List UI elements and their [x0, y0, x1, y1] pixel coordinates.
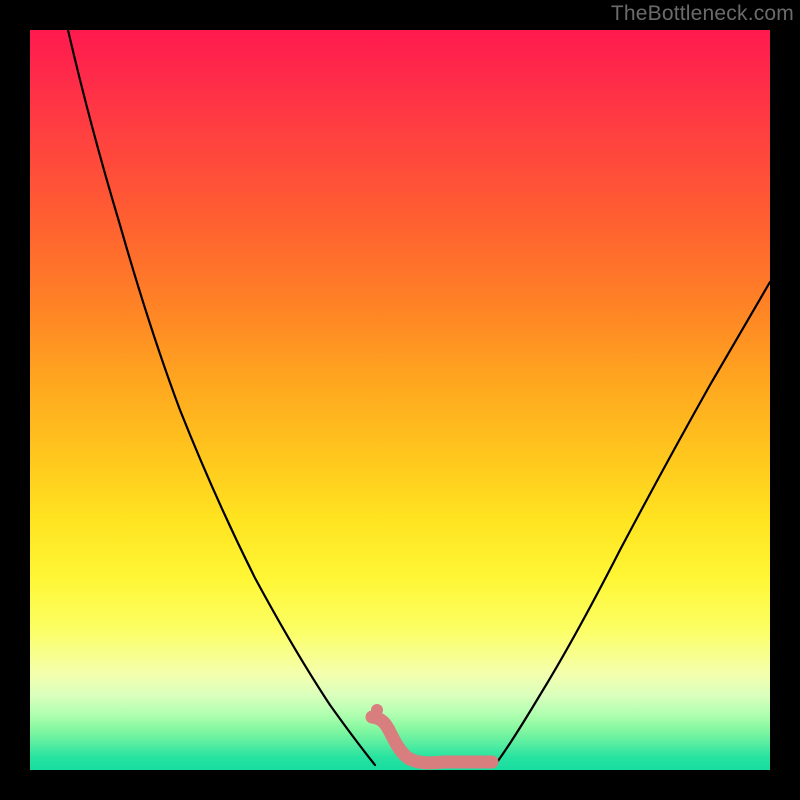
right-curve [495, 282, 770, 765]
floor-dot [371, 704, 383, 716]
chart-frame: TheBottleneck.com [0, 0, 800, 800]
left-curve [68, 30, 375, 765]
chart-plot-area [30, 30, 770, 770]
chart-curves [30, 30, 770, 770]
watermark-text: TheBottleneck.com [611, 2, 794, 26]
floor-marker [372, 717, 492, 763]
